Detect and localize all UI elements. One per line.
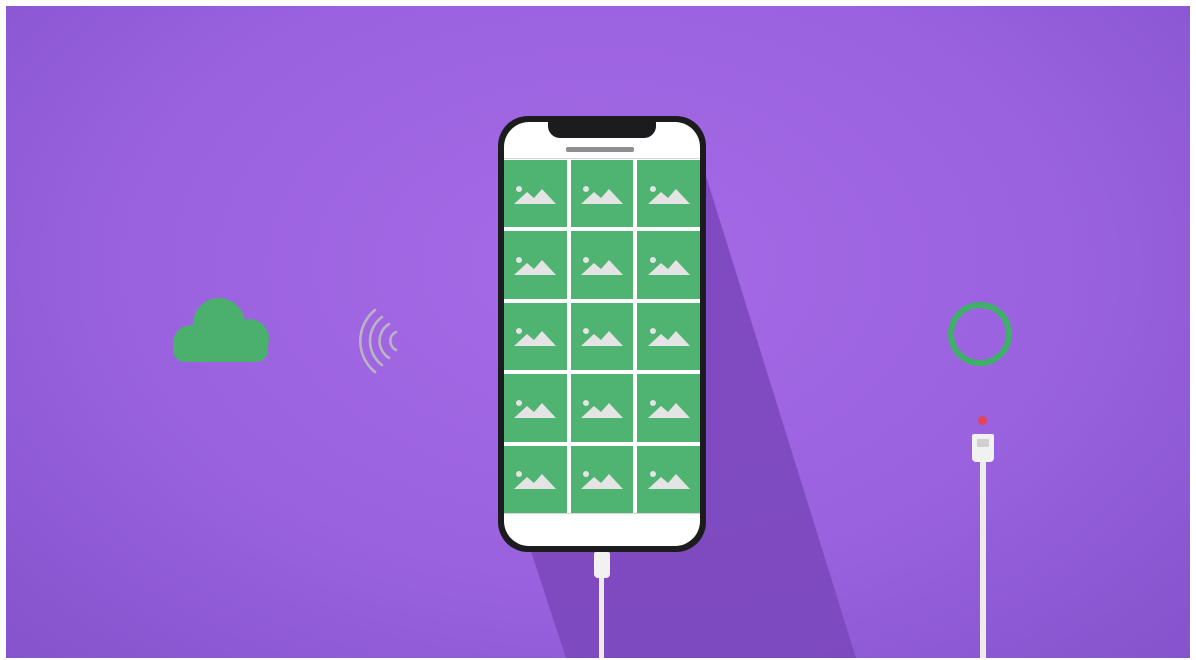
usb-port [977,439,989,447]
image-placeholder-icon [580,399,623,418]
image-placeholder-icon [647,471,690,490]
image-placeholder-icon [514,185,557,204]
photo-thumbnail[interactable] [570,374,634,442]
smartphone [498,116,706,552]
photo-thumbnail[interactable] [637,160,700,228]
screen-divider-bottom [504,513,700,514]
image-placeholder-icon [580,185,623,204]
image-placeholder-icon [580,471,623,490]
photo-grid [504,159,700,513]
phone-cable-plug [594,552,610,578]
image-placeholder-icon [580,257,623,276]
phone-notch [548,122,656,138]
photo-thumbnail[interactable] [504,302,567,371]
photo-thumbnail[interactable] [570,160,634,228]
usb-cable-icon [972,434,994,462]
photo-thumbnail[interactable] [504,374,567,442]
photo-thumbnail[interactable] [570,231,634,299]
photo-thumbnail[interactable] [570,445,634,513]
wireless-signal-icon [356,306,406,381]
image-placeholder-icon [647,399,690,418]
phone-screen [504,122,700,546]
image-placeholder-icon [514,471,557,490]
image-placeholder-icon [580,328,623,347]
status-led [978,416,987,425]
image-placeholder-icon [647,328,690,347]
image-placeholder-icon [514,399,557,418]
illustration-scene [6,6,1190,658]
photo-thumbnail[interactable] [504,445,567,513]
image-placeholder-icon [514,257,557,276]
usb-cable-wire [980,462,986,658]
cloud-icon [164,296,274,371]
photo-thumbnail[interactable] [637,445,700,513]
progress-ring-icon [948,302,1012,366]
phone-cable-wire [599,578,604,658]
image-placeholder-icon [647,185,690,204]
photo-thumbnail[interactable] [637,231,700,299]
photo-thumbnail[interactable] [570,302,634,371]
image-placeholder-icon [647,257,690,276]
status-bar [566,147,634,152]
photo-thumbnail[interactable] [504,160,567,228]
photo-thumbnail[interactable] [504,231,567,299]
image-placeholder-icon [514,328,557,347]
photo-thumbnail[interactable] [637,374,700,442]
photo-thumbnail[interactable] [637,302,700,371]
